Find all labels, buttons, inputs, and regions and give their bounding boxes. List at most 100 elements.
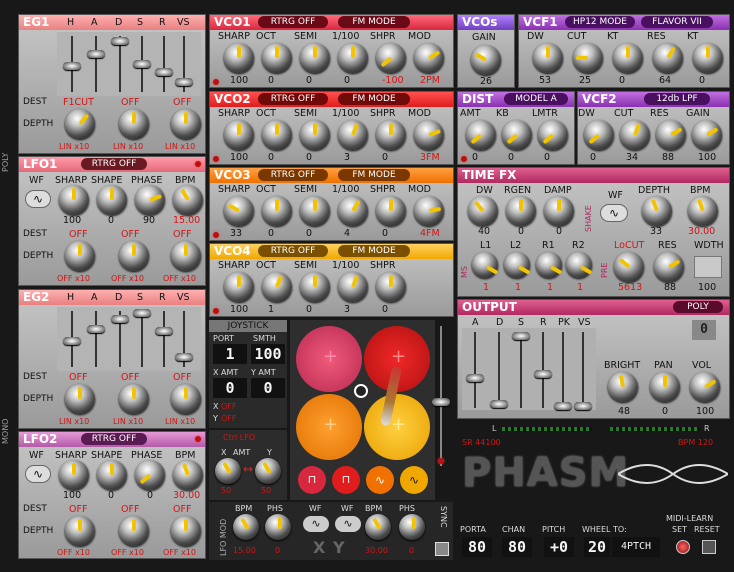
vco1-2-knob[interactable] — [300, 43, 330, 73]
lfo2-bpm-knob[interactable] — [173, 460, 203, 490]
eg1-r-fader[interactable] — [155, 68, 173, 76]
vcf2-1-knob[interactable] — [620, 120, 650, 150]
eg1-vs-fader[interactable] — [175, 78, 193, 86]
lfo2-depth-knob-2[interactable] — [119, 516, 149, 546]
lfo2-rtrg-button[interactable]: RTRG OFF — [81, 433, 147, 445]
lfo1-mod-3[interactable]: OFF x10 — [163, 274, 196, 283]
vco3-0-knob[interactable] — [224, 196, 254, 226]
timefx-dw-knob[interactable] — [468, 196, 498, 226]
lfo-xy-x-knob[interactable] — [215, 458, 241, 484]
eg2-a-fader[interactable] — [87, 325, 105, 333]
lfo1-rtrg-button[interactable]: RTRG OFF — [81, 158, 147, 170]
lfo2-phase-knob[interactable] — [135, 460, 165, 490]
eg2-dest-3[interactable]: OFF — [173, 372, 191, 383]
lfo2-mod-1[interactable]: OFF x10 — [57, 548, 90, 557]
lfo1-mod-2[interactable]: OFF x10 — [111, 274, 144, 283]
eg2-depth-knob-2[interactable] — [119, 384, 149, 414]
eg2-s-fader[interactable] — [133, 309, 151, 317]
xy-pad[interactable]: + + + + ⊓ ⊓ ∿ ∿ — [290, 320, 435, 500]
joystick-smth-display[interactable]: 100 — [251, 344, 285, 364]
timefx-bpm-knob[interactable] — [688, 196, 718, 226]
timefx-l1-knob[interactable] — [472, 252, 498, 278]
vco1-fm-mode-button[interactable]: FM MODE — [338, 16, 410, 28]
timefx-depth-knob[interactable] — [642, 196, 672, 226]
lfo-mod-sync-button[interactable] — [435, 542, 449, 556]
joystick-yamt-display[interactable]: 0 — [251, 378, 285, 398]
chan-display[interactable]: 80 — [502, 537, 532, 557]
vco2-2-knob[interactable] — [300, 120, 330, 150]
lfo1-phase-knob[interactable] — [135, 185, 165, 215]
vco2-0-knob[interactable] — [224, 120, 254, 150]
lfo-mod-y-bpm-knob[interactable] — [365, 514, 391, 540]
lfo1-dest-3[interactable]: OFF — [173, 229, 191, 240]
eg1-s-fader[interactable] — [133, 60, 151, 68]
lfo1-sharp-knob[interactable] — [59, 185, 89, 215]
vco4-4-knob[interactable] — [376, 272, 406, 302]
vcf1-2-knob[interactable] — [613, 43, 643, 73]
lfo2-mod-2[interactable]: OFF x10 — [111, 548, 144, 557]
eg1-mod-1[interactable]: LIN x10 — [59, 142, 89, 151]
vco4-0-knob[interactable] — [224, 272, 254, 302]
dist-model-button[interactable]: MODEL A — [504, 93, 568, 105]
vcf2-0-knob[interactable] — [584, 120, 614, 150]
output-d-fader[interactable] — [490, 400, 508, 408]
dist-1-knob[interactable] — [502, 120, 532, 150]
vco3-wave-icon[interactable]: ∿ — [366, 466, 394, 494]
lfo-mod-x-phs-knob[interactable] — [265, 514, 291, 540]
lfo2-depth-knob-3[interactable] — [171, 516, 201, 546]
vco4-2-knob[interactable] — [300, 272, 330, 302]
dist-2-knob[interactable] — [538, 120, 568, 150]
vco3-5-knob[interactable] — [414, 196, 444, 226]
pad-vco3-circle[interactable]: + — [296, 394, 362, 460]
porta-display[interactable]: 80 — [462, 537, 492, 557]
output-s-fader[interactable] — [512, 332, 530, 340]
timefx-r1-knob[interactable] — [536, 252, 562, 278]
output-a-fader[interactable] — [466, 374, 484, 382]
mod-slider-handle[interactable] — [432, 398, 450, 406]
eg2-dest-1[interactable]: OFF — [69, 372, 87, 383]
vcf2-3-knob[interactable] — [692, 120, 722, 150]
midi-learn-set-button[interactable] — [676, 540, 690, 554]
wheel-num-display[interactable]: 20 — [584, 537, 610, 557]
eg2-vs-fader[interactable] — [175, 353, 193, 361]
eg2-dest-2[interactable]: OFF — [121, 372, 139, 383]
lfo2-dest-2[interactable]: OFF — [121, 504, 139, 515]
eg1-depth-knob-1[interactable] — [65, 109, 95, 139]
output-pan-knob[interactable] — [650, 372, 680, 402]
lfo1-waveform-button[interactable]: ∿ — [25, 190, 51, 208]
timefx-damp-knob[interactable] — [544, 196, 574, 226]
lfo1-mod-1[interactable]: OFF x10 — [57, 274, 90, 283]
eg1-depth-knob-3[interactable] — [171, 109, 201, 139]
vco3-4-knob[interactable] — [376, 196, 406, 226]
output-poly-button[interactable]: POLY — [673, 301, 723, 313]
vcf2-2-knob[interactable] — [656, 120, 686, 150]
lfo1-bpm-knob[interactable] — [173, 185, 203, 215]
vco1-3-knob[interactable] — [338, 43, 368, 73]
timefx-width-field[interactable] — [694, 256, 722, 278]
joystick-y-off[interactable]: OFF — [221, 414, 237, 423]
joystick-x-off[interactable]: OFF — [221, 402, 237, 411]
lfo1-shape-knob[interactable] — [97, 185, 127, 215]
eg1-d-fader[interactable] — [111, 37, 129, 45]
timefx-r2-knob[interactable] — [566, 252, 592, 278]
lfo2-waveform-button[interactable]: ∿ — [25, 465, 51, 483]
eg2-h-fader[interactable] — [63, 337, 81, 345]
vco3-3-knob[interactable] — [338, 196, 368, 226]
eg1-dest-1[interactable]: F1CUT — [63, 97, 94, 108]
lfo-mod-x-bpm-knob[interactable] — [233, 514, 259, 540]
wheel-target-display[interactable]: 4PTCH — [612, 537, 660, 557]
eg1-a-fader[interactable] — [87, 50, 105, 58]
lfo2-mod-3[interactable]: OFF x10 — [163, 548, 196, 557]
midi-learn-reset-button[interactable] — [702, 540, 716, 554]
lfo-mod-x-wf-button[interactable]: ∿ — [303, 516, 329, 532]
lfo1-dest-2[interactable]: OFF — [121, 229, 139, 240]
eg2-mod-2[interactable]: LIN x10 — [113, 417, 143, 426]
eg1-depth-knob-2[interactable] — [119, 109, 149, 139]
vcf1-0-knob[interactable] — [533, 43, 563, 73]
vco4-wave-icon[interactable]: ∿ — [400, 466, 428, 494]
eg2-r-fader[interactable] — [155, 327, 173, 335]
lfo-mod-y-wf-button[interactable]: ∿ — [335, 516, 361, 532]
vco2-5-knob[interactable] — [414, 120, 444, 150]
timefx-waveform-button[interactable]: ∿ — [600, 204, 628, 222]
lfo1-dest-1[interactable]: OFF — [69, 229, 87, 240]
